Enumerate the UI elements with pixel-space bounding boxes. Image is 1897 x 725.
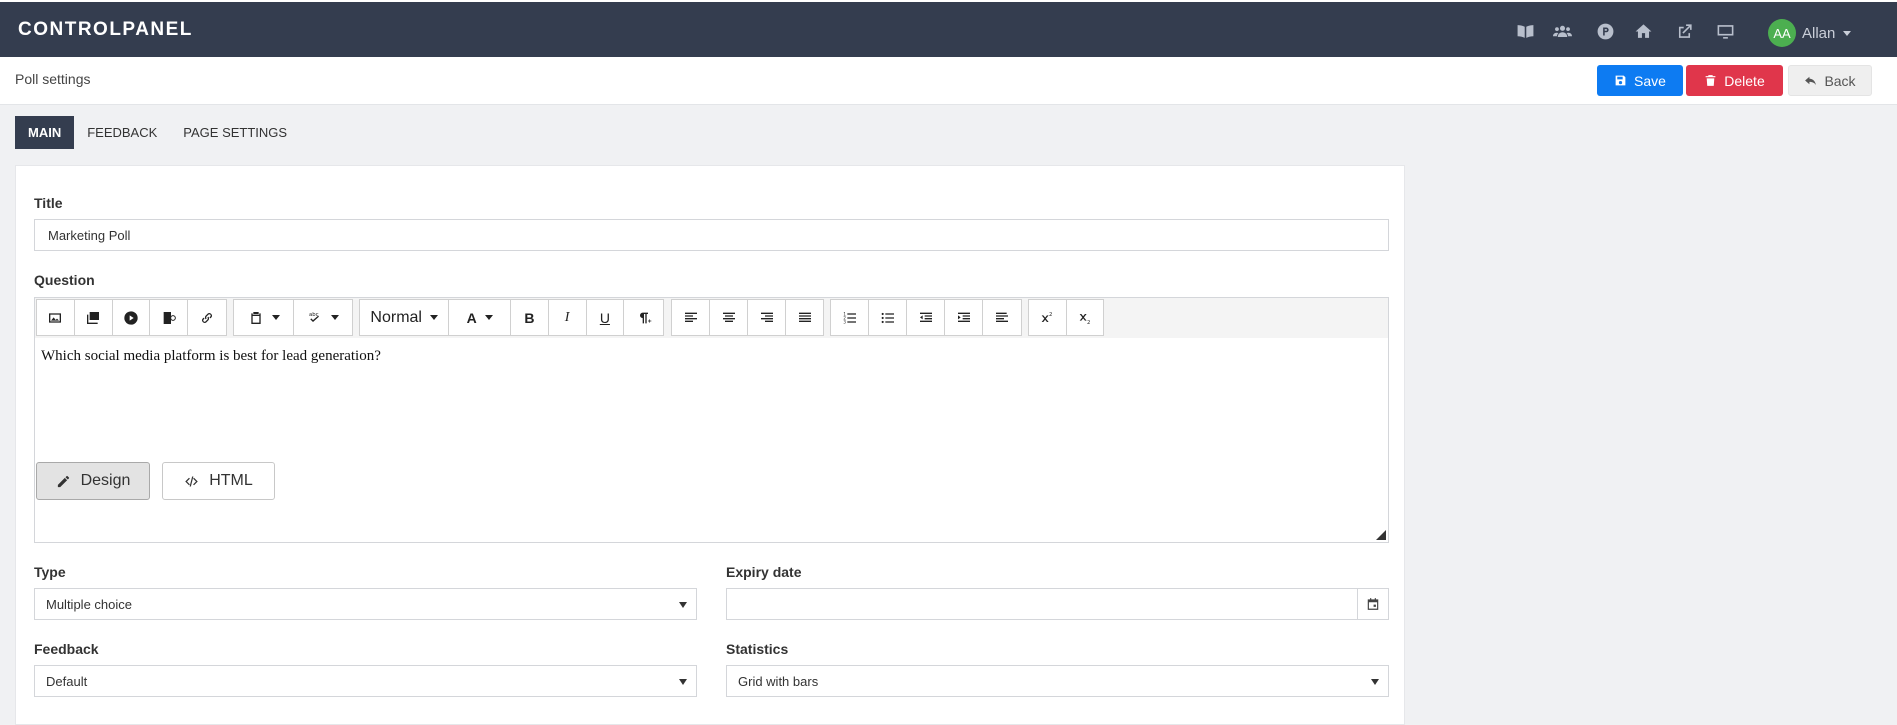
font-color-label: A: [466, 309, 477, 326]
bullet-list-icon[interactable]: [869, 300, 907, 335]
top-navbar: CONTROLPANEL AA Allan: [0, 0, 1897, 57]
book-icon[interactable]: [1514, 20, 1536, 42]
tab-feedback[interactable]: FEEDBACK: [74, 116, 170, 149]
tab-main[interactable]: MAIN: [15, 116, 75, 149]
ordered-list-icon[interactable]: 123: [831, 300, 869, 335]
svg-text:2: 2: [1049, 312, 1052, 318]
poll-form-card: Title Marketing Poll Question abc Normal…: [15, 165, 1405, 725]
insert-image-icon[interactable]: [37, 300, 75, 335]
editor-content-area[interactable]: Which social media platform is best for …: [41, 348, 381, 365]
chevron-down-icon: [1371, 679, 1379, 685]
avatar: AA: [1768, 19, 1796, 47]
alignment-toolbar-group: [671, 299, 824, 336]
bold-button[interactable]: B: [511, 300, 549, 335]
insert-document-icon[interactable]: [150, 300, 189, 335]
save-label: Save: [1634, 72, 1666, 89]
calendar-icon: [1367, 598, 1379, 610]
tab-page-settings[interactable]: PAGE SETTINGS: [170, 116, 300, 149]
user-menu[interactable]: AA Allan: [1768, 19, 1852, 47]
statistics-label: Statistics: [726, 641, 789, 657]
clipboard-icon: [250, 311, 261, 324]
indent-icon[interactable]: [945, 300, 983, 335]
brand-logo[interactable]: CONTROLPANEL: [18, 19, 193, 41]
paragraph-format-value: Normal: [370, 308, 422, 326]
svg-text:3: 3: [843, 319, 846, 324]
resize-handle[interactable]: [1376, 530, 1386, 540]
chevron-down-icon: [1843, 30, 1852, 36]
design-label: Design: [80, 472, 131, 489]
underline-button[interactable]: U: [587, 300, 625, 335]
chevron-down-icon: [429, 315, 438, 320]
expiry-date-input[interactable]: [726, 588, 1389, 620]
type-value: Multiple choice: [46, 596, 132, 612]
statistics-select[interactable]: Grid with bars: [726, 665, 1389, 697]
font-color-dropdown[interactable]: A: [449, 300, 511, 335]
code-icon: [185, 476, 198, 486]
delete-button[interactable]: Delete: [1686, 65, 1783, 96]
poll-icon[interactable]: [1594, 20, 1616, 42]
spellcheck-dropdown[interactable]: abc: [294, 300, 352, 335]
question-rich-text-editor[interactable]: abc Normal A B I U 123 2 2 Which social …: [34, 297, 1389, 543]
page-header: Poll settings Save Delete Back: [0, 57, 1897, 105]
title-input[interactable]: Marketing Poll: [34, 219, 1389, 251]
script-toolbar-group: 2 2: [1028, 299, 1104, 336]
paragraph-format-dropdown[interactable]: Normal: [360, 300, 450, 335]
format-toolbar-group: Normal A B I U: [359, 299, 664, 336]
insert-link-icon[interactable]: [188, 300, 226, 335]
chevron-down-icon: [679, 602, 687, 608]
paragraph-marks-icon[interactable]: [624, 300, 663, 335]
pencil-icon: [57, 475, 69, 487]
expiry-date-label: Expiry date: [726, 564, 802, 580]
design-mode-button[interactable]: Design: [36, 462, 150, 500]
spellcheck-icon: abc: [309, 312, 319, 322]
svg-text:2: 2: [1087, 320, 1090, 326]
reply-arrow-icon: [1805, 76, 1817, 86]
delete-label: Delete: [1724, 72, 1765, 89]
clipboard-toolbar-group: abc: [233, 299, 353, 336]
title-value: Marketing Poll: [48, 227, 131, 243]
back-label: Back: [1824, 72, 1856, 89]
calendar-button[interactable]: [1357, 589, 1388, 619]
align-center-icon[interactable]: [710, 300, 748, 335]
image-gallery-icon[interactable]: [75, 300, 113, 335]
trash-icon: [1705, 75, 1716, 86]
back-button[interactable]: Back: [1788, 65, 1872, 96]
title-label: Title: [34, 195, 63, 211]
chevron-down-icon: [331, 315, 339, 320]
list-toolbar-group: 123: [830, 299, 1022, 336]
feedback-value: Default: [46, 673, 88, 689]
subscript-icon[interactable]: 2: [1067, 300, 1104, 335]
type-select[interactable]: Multiple choice: [34, 588, 697, 620]
chevron-down-icon: [484, 315, 493, 320]
superscript-icon[interactable]: 2: [1029, 300, 1067, 335]
save-button[interactable]: Save: [1597, 65, 1683, 96]
align-right-icon[interactable]: [748, 300, 786, 335]
outdent-icon[interactable]: [907, 300, 945, 335]
page-title: Poll settings: [15, 71, 91, 87]
type-label: Type: [34, 564, 66, 580]
html-label: HTML: [209, 472, 253, 489]
block-format-icon[interactable]: [983, 300, 1021, 335]
feedback-select[interactable]: Default: [34, 665, 697, 697]
tab-bar: MAIN FEEDBACK PAGE SETTINGS: [15, 116, 300, 149]
statistics-value: Grid with bars: [738, 673, 819, 689]
home-icon[interactable]: [1632, 20, 1654, 42]
chevron-down-icon: [271, 315, 280, 320]
italic-button[interactable]: I: [549, 300, 587, 335]
align-justify-icon[interactable]: [786, 300, 823, 335]
user-name: Allan: [1802, 24, 1836, 42]
question-label: Question: [34, 272, 95, 288]
chevron-down-icon: [679, 679, 687, 685]
monitor-icon[interactable]: [1714, 20, 1736, 42]
users-icon[interactable]: [1551, 20, 1573, 42]
external-link-icon[interactable]: [1673, 20, 1695, 42]
media-toolbar-group: [36, 299, 227, 336]
align-left-icon[interactable]: [672, 300, 710, 335]
insert-media-icon[interactable]: [113, 300, 151, 335]
html-mode-button[interactable]: HTML: [162, 462, 275, 500]
floppy-disk-icon: [1615, 75, 1626, 86]
editor-toolbar: abc Normal A B I U 123 2 2: [35, 298, 1388, 338]
paste-dropdown[interactable]: [234, 300, 294, 335]
feedback-label: Feedback: [34, 641, 99, 657]
